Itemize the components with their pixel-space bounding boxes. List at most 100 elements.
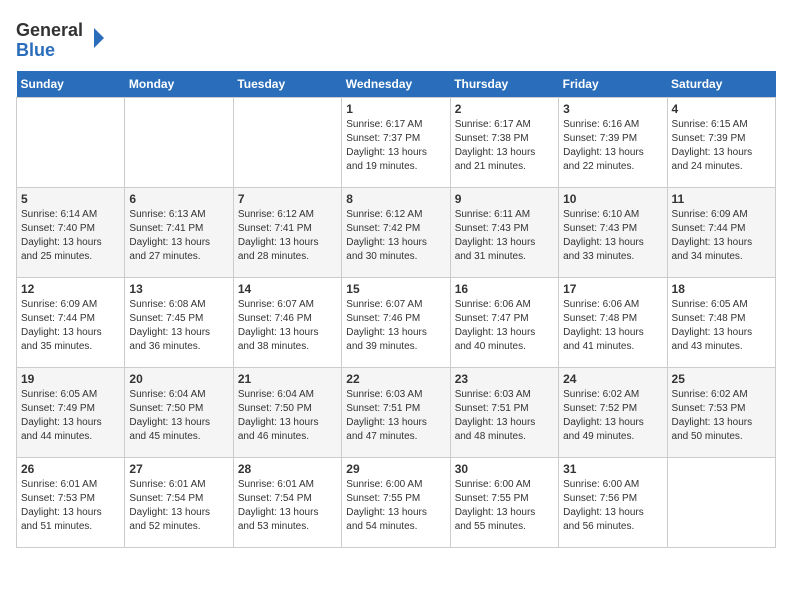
day-info: Sunrise: 6:02 AM Sunset: 7:53 PM Dayligh… [672,388,771,444]
day-info: Sunrise: 6:17 AM Sunset: 7:38 PM Dayligh… [455,118,554,174]
day-number: 14 [238,282,337,296]
day-info: Sunrise: 6:03 AM Sunset: 7:51 PM Dayligh… [346,388,445,444]
day-number: 29 [346,462,445,476]
day-info: Sunrise: 6:01 AM Sunset: 7:54 PM Dayligh… [129,478,228,534]
calendar-cell [125,98,233,188]
day-number: 22 [346,372,445,386]
day-info: Sunrise: 6:07 AM Sunset: 7:46 PM Dayligh… [238,298,337,354]
day-info: Sunrise: 6:06 AM Sunset: 7:48 PM Dayligh… [563,298,662,354]
calendar-week-row: 19 Sunrise: 6:05 AM Sunset: 7:49 PM Dayli… [17,368,776,458]
calendar-cell: 6 Sunrise: 6:13 AM Sunset: 7:41 PM Daylig… [125,188,233,278]
day-number: 12 [21,282,120,296]
day-info: Sunrise: 6:11 AM Sunset: 7:43 PM Dayligh… [455,208,554,264]
day-number: 20 [129,372,228,386]
calendar-cell: 12 Sunrise: 6:09 AM Sunset: 7:44 PM Dayli… [17,278,125,368]
weekday-header: Tuesday [233,71,341,98]
calendar-cell: 8 Sunrise: 6:12 AM Sunset: 7:42 PM Daylig… [342,188,450,278]
calendar-cell [667,458,775,548]
calendar-week-row: 12 Sunrise: 6:09 AM Sunset: 7:44 PM Dayli… [17,278,776,368]
day-number: 9 [455,192,554,206]
calendar-cell: 1Sunrise: 6:17 AM Sunset: 7:37 PM Daylig… [342,98,450,188]
calendar-cell: 14 Sunrise: 6:07 AM Sunset: 7:46 PM Dayli… [233,278,341,368]
weekday-header: Friday [559,71,667,98]
day-info: Sunrise: 6:16 AM Sunset: 7:39 PM Dayligh… [563,118,662,174]
day-info: Sunrise: 6:05 AM Sunset: 7:48 PM Dayligh… [672,298,771,354]
day-number: 6 [129,192,228,206]
calendar-cell: 23 Sunrise: 6:03 AM Sunset: 7:51 PM Dayli… [450,368,558,458]
logo-icon: GeneralBlue [16,16,106,61]
day-number: 19 [21,372,120,386]
day-info: Sunrise: 6:04 AM Sunset: 7:50 PM Dayligh… [129,388,228,444]
svg-text:General: General [16,20,83,40]
day-info: Sunrise: 6:17 AM Sunset: 7:37 PM Dayligh… [346,118,445,174]
calendar-cell: 21Sunrise: 6:04 AM Sunset: 7:50 PM Dayli… [233,368,341,458]
calendar-cell: 24 Sunrise: 6:02 AM Sunset: 7:52 PM Dayli… [559,368,667,458]
weekday-header: Saturday [667,71,775,98]
day-number: 3 [563,102,662,116]
day-number: 13 [129,282,228,296]
calendar-cell: 19 Sunrise: 6:05 AM Sunset: 7:49 PM Dayli… [17,368,125,458]
svg-text:Blue: Blue [16,40,55,60]
day-number: 24 [563,372,662,386]
day-number: 25 [672,372,771,386]
day-info: Sunrise: 6:12 AM Sunset: 7:41 PM Dayligh… [238,208,337,264]
day-info: Sunrise: 6:15 AM Sunset: 7:39 PM Dayligh… [672,118,771,174]
calendar-cell: 2 Sunrise: 6:17 AM Sunset: 7:38 PM Daylig… [450,98,558,188]
day-number: 27 [129,462,228,476]
day-info: Sunrise: 6:10 AM Sunset: 7:43 PM Dayligh… [563,208,662,264]
day-number: 16 [455,282,554,296]
calendar-cell: 4Sunrise: 6:15 AM Sunset: 7:39 PM Daylig… [667,98,775,188]
weekday-header: Sunday [17,71,125,98]
day-info: Sunrise: 6:12 AM Sunset: 7:42 PM Dayligh… [346,208,445,264]
calendar-cell: 22 Sunrise: 6:03 AM Sunset: 7:51 PM Dayli… [342,368,450,458]
day-info: Sunrise: 6:01 AM Sunset: 7:53 PM Dayligh… [21,478,120,534]
day-info: Sunrise: 6:09 AM Sunset: 7:44 PM Dayligh… [21,298,120,354]
weekday-header-row: SundayMondayTuesdayWednesdayThursdayFrid… [17,71,776,98]
calendar-week-row: 1Sunrise: 6:17 AM Sunset: 7:37 PM Daylig… [17,98,776,188]
calendar-week-row: 5Sunrise: 6:14 AM Sunset: 7:40 PM Daylig… [17,188,776,278]
day-info: Sunrise: 6:01 AM Sunset: 7:54 PM Dayligh… [238,478,337,534]
calendar-cell: 5Sunrise: 6:14 AM Sunset: 7:40 PM Daylig… [17,188,125,278]
calendar-cell: 20 Sunrise: 6:04 AM Sunset: 7:50 PM Dayli… [125,368,233,458]
calendar-cell: 26Sunrise: 6:01 AM Sunset: 7:53 PM Dayli… [17,458,125,548]
day-number: 21 [238,372,337,386]
weekday-header: Thursday [450,71,558,98]
calendar-cell: 16 Sunrise: 6:06 AM Sunset: 7:47 PM Dayli… [450,278,558,368]
day-number: 23 [455,372,554,386]
calendar-cell: 18Sunrise: 6:05 AM Sunset: 7:48 PM Dayli… [667,278,775,368]
calendar-cell [17,98,125,188]
day-number: 7 [238,192,337,206]
weekday-header: Wednesday [342,71,450,98]
day-number: 30 [455,462,554,476]
day-info: Sunrise: 6:00 AM Sunset: 7:55 PM Dayligh… [455,478,554,534]
day-number: 2 [455,102,554,116]
day-info: Sunrise: 6:02 AM Sunset: 7:52 PM Dayligh… [563,388,662,444]
calendar-cell: 10Sunrise: 6:10 AM Sunset: 7:43 PM Dayli… [559,188,667,278]
day-info: Sunrise: 6:05 AM Sunset: 7:49 PM Dayligh… [21,388,120,444]
day-info: Sunrise: 6:07 AM Sunset: 7:46 PM Dayligh… [346,298,445,354]
calendar-cell: 11 Sunrise: 6:09 AM Sunset: 7:44 PM Dayli… [667,188,775,278]
calendar-cell: 27 Sunrise: 6:01 AM Sunset: 7:54 PM Dayli… [125,458,233,548]
calendar-week-row: 26Sunrise: 6:01 AM Sunset: 7:53 PM Dayli… [17,458,776,548]
calendar-cell: 13Sunrise: 6:08 AM Sunset: 7:45 PM Dayli… [125,278,233,368]
day-info: Sunrise: 6:09 AM Sunset: 7:44 PM Dayligh… [672,208,771,264]
day-number: 11 [672,192,771,206]
day-number: 5 [21,192,120,206]
calendar-cell: 30 Sunrise: 6:00 AM Sunset: 7:55 PM Dayli… [450,458,558,548]
day-info: Sunrise: 6:13 AM Sunset: 7:41 PM Dayligh… [129,208,228,264]
day-info: Sunrise: 6:06 AM Sunset: 7:47 PM Dayligh… [455,298,554,354]
calendar-cell: 29 Sunrise: 6:00 AM Sunset: 7:55 PM Dayli… [342,458,450,548]
calendar-cell: 31 Sunrise: 6:00 AM Sunset: 7:56 PM Dayli… [559,458,667,548]
day-info: Sunrise: 6:00 AM Sunset: 7:55 PM Dayligh… [346,478,445,534]
day-info: Sunrise: 6:00 AM Sunset: 7:56 PM Dayligh… [563,478,662,534]
logo: GeneralBlue [16,16,106,61]
calendar-table: SundayMondayTuesdayWednesdayThursdayFrid… [16,71,776,548]
day-number: 17 [563,282,662,296]
day-number: 15 [346,282,445,296]
day-number: 8 [346,192,445,206]
day-number: 31 [563,462,662,476]
calendar-cell: 7 Sunrise: 6:12 AM Sunset: 7:41 PM Daylig… [233,188,341,278]
page-header: GeneralBlue [16,16,776,61]
day-info: Sunrise: 6:03 AM Sunset: 7:51 PM Dayligh… [455,388,554,444]
calendar-cell: 15 Sunrise: 6:07 AM Sunset: 7:46 PM Dayli… [342,278,450,368]
